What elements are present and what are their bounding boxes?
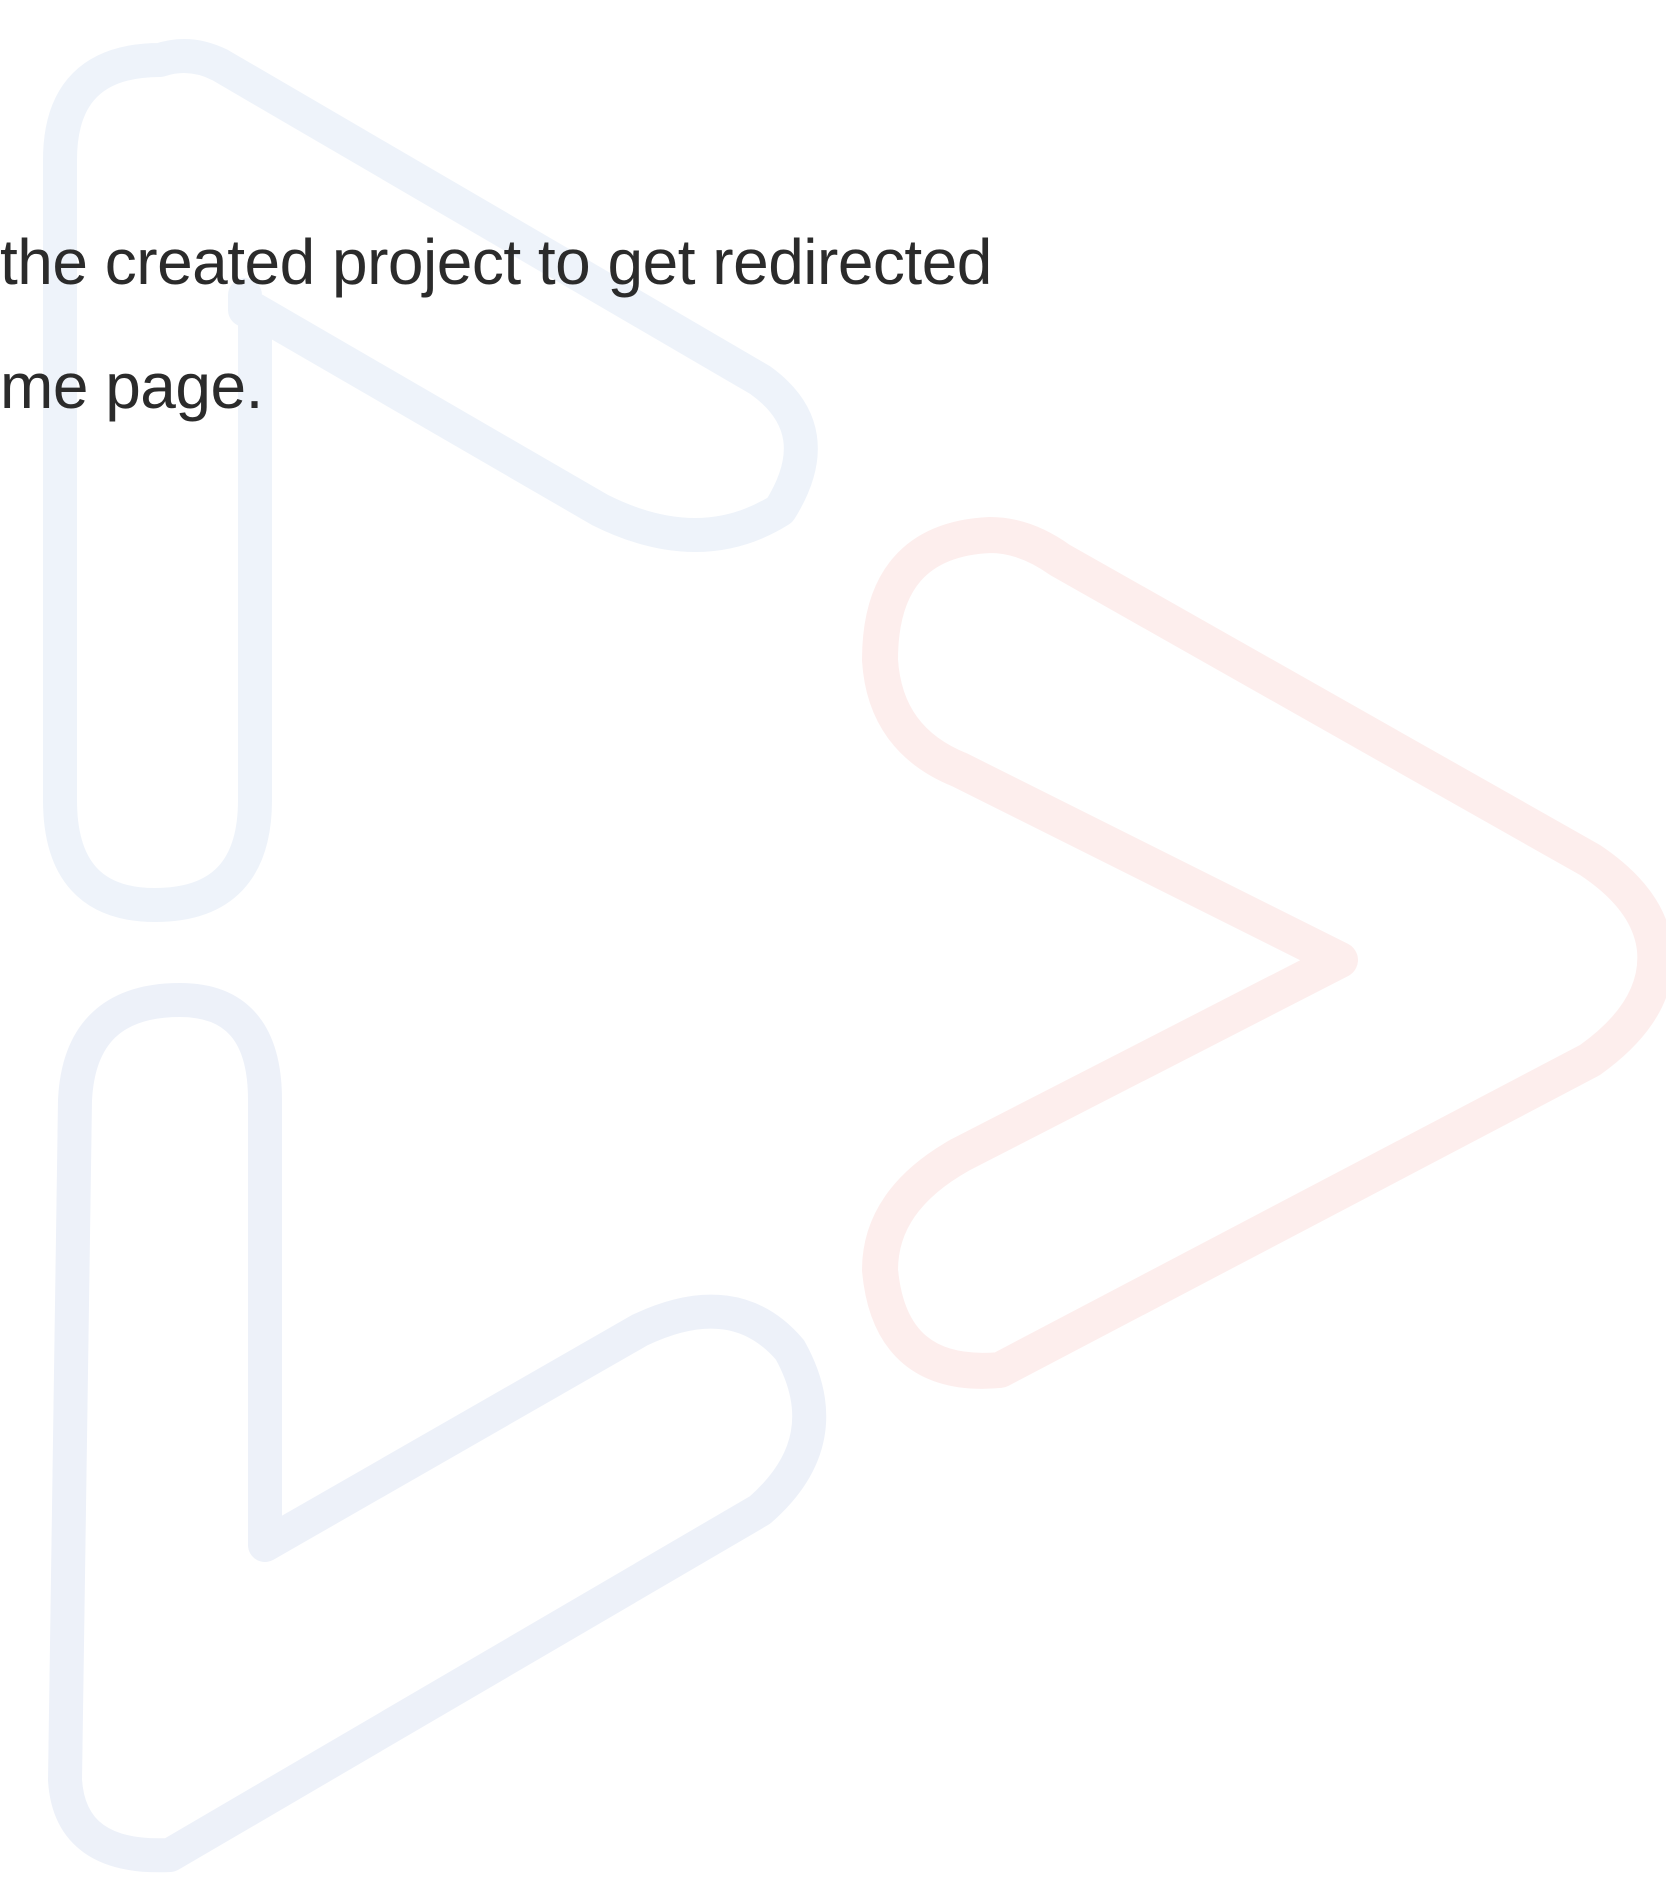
instruction-text: the created project to get redirected me…	[0, 200, 1400, 448]
watermark-lower-stroke	[48, 983, 827, 1873]
instruction-line-1: the created project to get redirected	[0, 226, 992, 298]
page: the created project to get redirected me…	[0, 0, 1666, 1877]
watermark-red-stroke	[862, 517, 1666, 1389]
instruction-line-2: me page.	[0, 350, 263, 422]
watermark-upper-stroke	[43, 39, 818, 922]
